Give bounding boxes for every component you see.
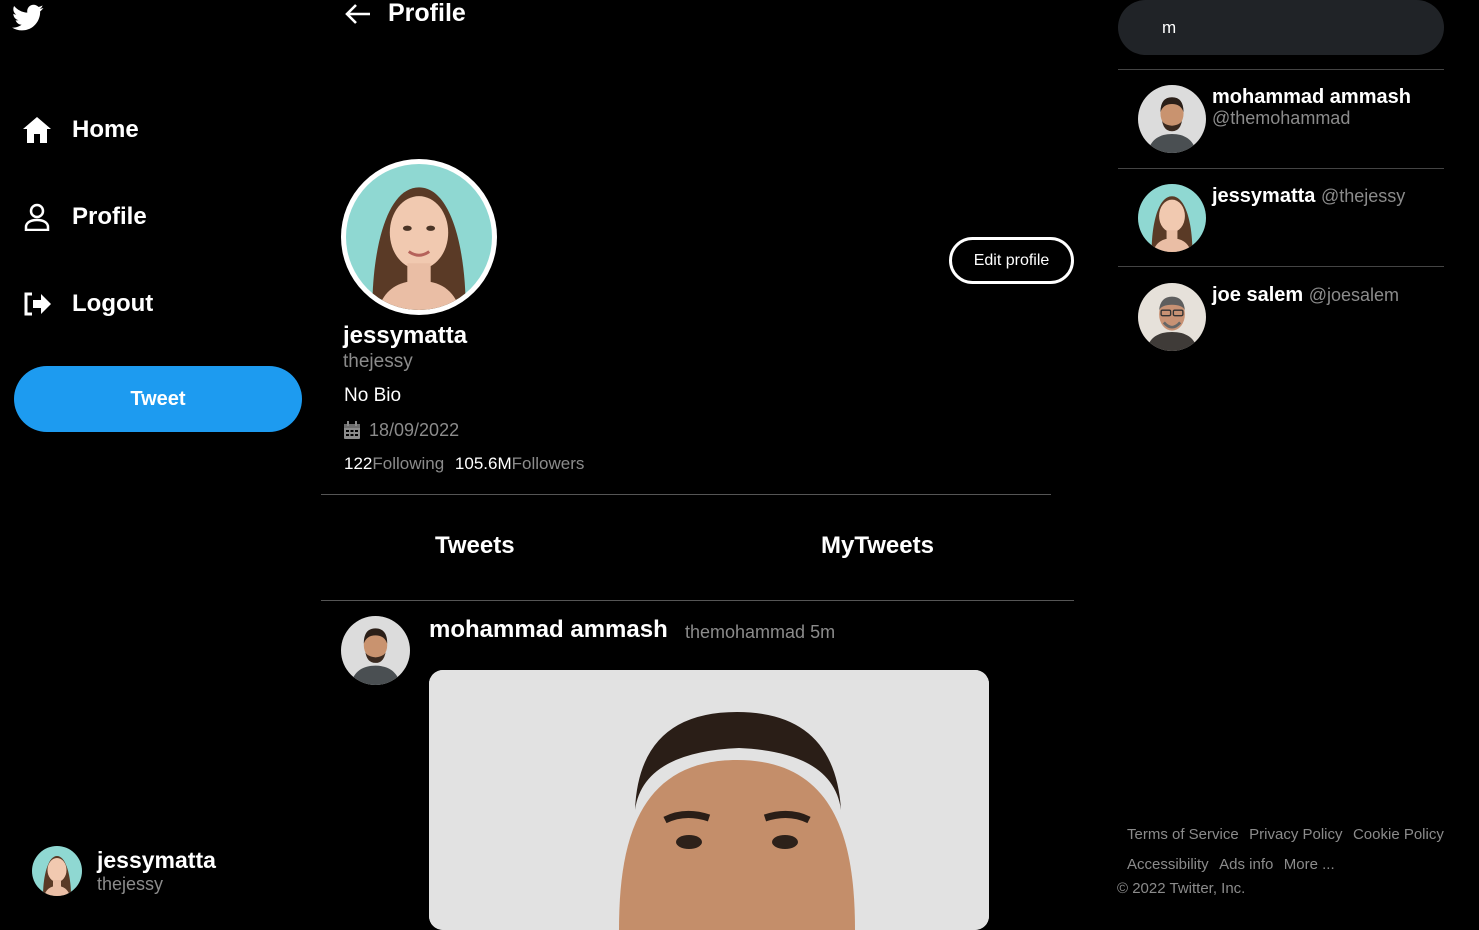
profile-stats: 122Following 105.6MFollowers [344,454,584,474]
home-icon [22,115,52,145]
suggestion-divider [1118,266,1444,267]
suggestion-name: mohammad ammash [1212,86,1411,108]
profile-divider [321,494,1051,495]
footer-links-row-1: Terms of Service Privacy Policy Cookie P… [1127,826,1444,844]
following-label: Following [372,454,445,473]
following-count: 122 [344,454,373,473]
suggestion-name: joe salem [1212,284,1304,306]
followers-stat[interactable]: 105.6MFollowers [455,454,584,473]
logout-icon [22,289,52,319]
current-user-card[interactable]: jessymatta thejessy [32,846,216,896]
footer-link-accessibility[interactable]: Accessibility [1127,856,1209,873]
nav-home[interactable]: Home [22,110,139,150]
user-icon [22,202,52,232]
tweet-author-name[interactable]: mohammad ammash [429,616,668,644]
tabs-divider [321,600,1074,601]
profile-avatar[interactable] [341,159,497,315]
followers-count: 105.6M [454,454,512,473]
suggestion-handle: @themohammad [1212,108,1351,128]
tweet-time: 5m [810,622,836,642]
current-user-handle: thejessy [97,874,164,894]
following-stat[interactable]: 122Following [344,454,444,473]
twitter-logo-icon[interactable] [12,4,44,32]
footer-link-terms[interactable]: Terms of Service [1127,826,1239,843]
footer-link-cookies[interactable]: Cookie Policy [1353,826,1444,843]
calendar-icon [343,421,361,440]
suggestion-item[interactable]: joe salem @joesalem [1138,283,1444,353]
footer-link-more[interactable]: More ... [1284,856,1335,873]
tab-mytweets[interactable]: MyTweets [821,532,934,560]
profile-bio: No Bio [344,385,402,406]
tweet-meta: themohammad 5m [685,622,835,643]
nav-logout[interactable]: Logout [22,284,153,324]
suggestion-item[interactable]: jessymatta @thejessy [1138,184,1444,254]
tweet-button[interactable]: Tweet [14,366,302,432]
profile-handle: thejessy [343,351,413,372]
footer-link-privacy[interactable]: Privacy Policy [1249,826,1342,843]
suggestion-handle: @joesalem [1308,285,1400,305]
current-user-name: jessymatta [97,847,216,873]
footer-link-ads-info[interactable]: Ads info [1219,856,1273,873]
suggestion-handle: @thejessy [1320,186,1406,206]
suggestion-avatar [1138,85,1206,153]
suggestion-divider [1118,168,1444,169]
joined-date-text: 18/09/2022 [369,420,460,440]
page-title: Profile [388,0,466,27]
nav-home-label: Home [72,116,139,143]
edit-profile-button[interactable]: Edit profile [949,237,1074,284]
back-arrow-icon[interactable] [344,2,372,26]
suggestion-avatar [1138,184,1206,252]
tab-tweets[interactable]: Tweets [435,532,515,560]
footer-links-row-2: Accessibility Ads info More ... [1127,856,1335,874]
profile-name: jessymatta [343,322,468,349]
suggestion-item[interactable]: mohammad ammash @themohammad [1138,85,1444,155]
current-user-avatar [32,846,82,896]
suggestion-name-line: jessymatta @thejessy [1212,185,1405,208]
tweet-author-avatar[interactable] [341,616,410,685]
copyright: © 2022 Twitter, Inc. [1117,880,1246,897]
nav-logout-label: Logout [72,290,154,317]
profile-joined-date: 18/09/2022 [343,420,459,441]
search-input[interactable] [1118,0,1444,55]
nav-profile-label: Profile [72,203,147,230]
followers-label: Followers [511,454,585,473]
suggestion-divider [1118,69,1444,70]
suggestion-name-line: joe salem @joesalem [1212,284,1399,307]
nav-profile[interactable]: Profile [22,197,147,237]
suggestion-avatar [1138,283,1206,351]
suggestion-name: jessymatta [1212,185,1316,207]
tweet-author-handle: themohammad [685,622,806,642]
tweet-image[interactable] [429,670,989,930]
